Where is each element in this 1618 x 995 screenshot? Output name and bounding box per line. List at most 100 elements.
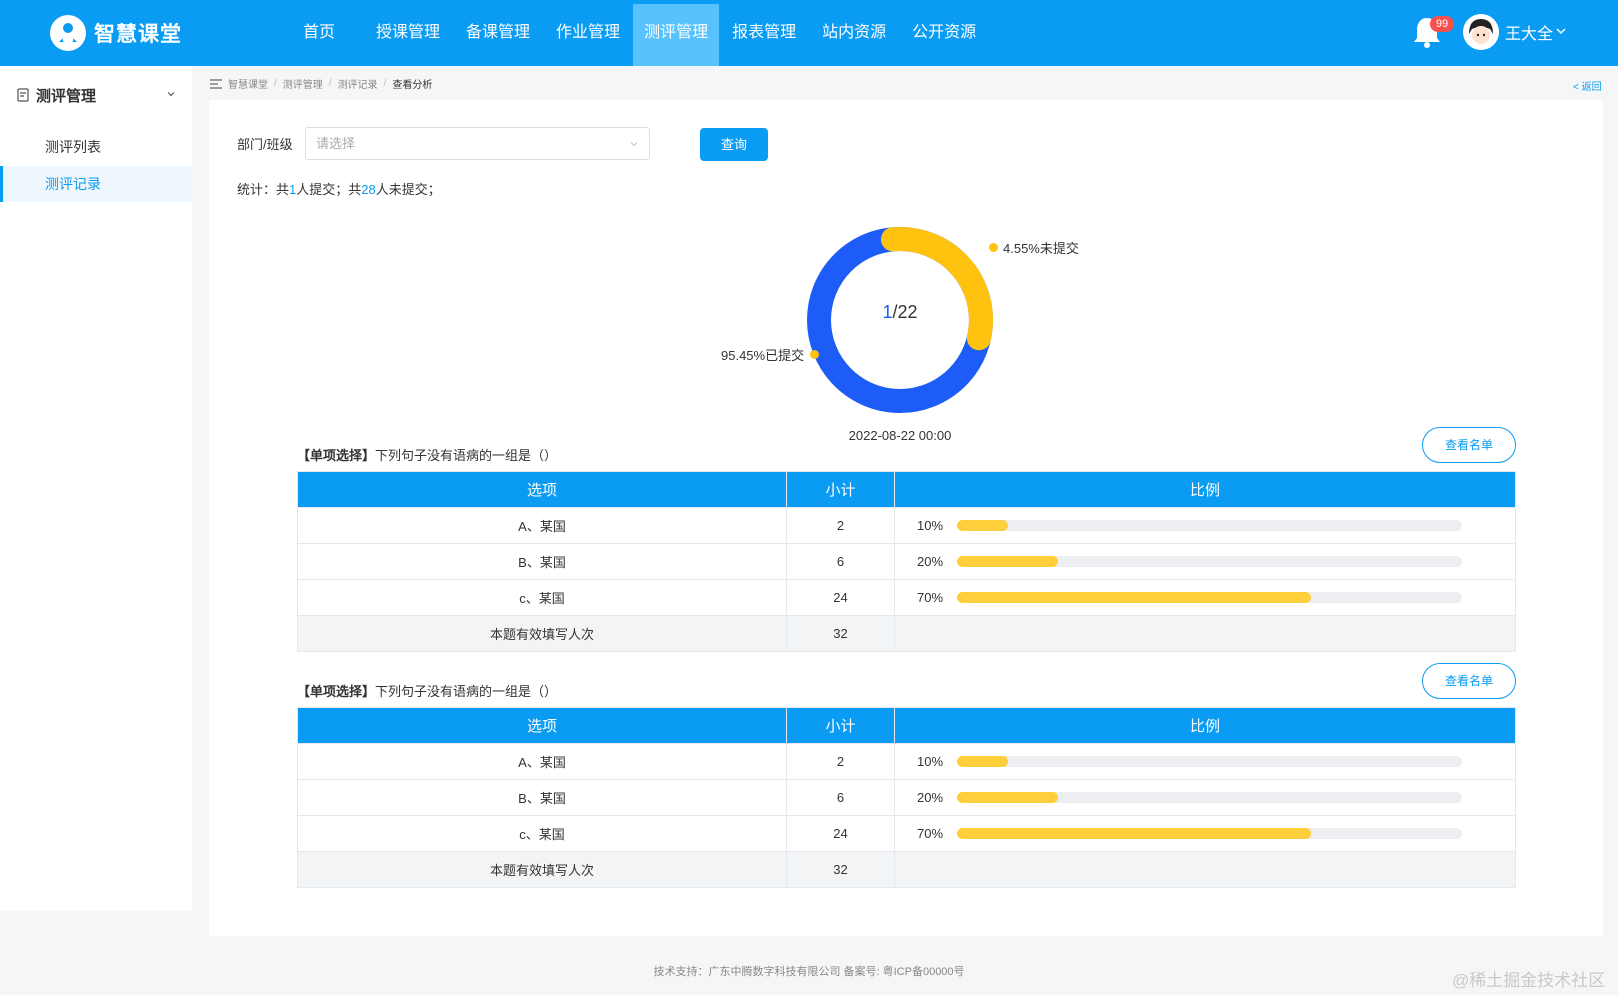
ratio-cell: 70%	[894, 815, 1516, 852]
ratio-bar	[957, 592, 1462, 603]
nav-item-teaching[interactable]: 授课管理	[363, 0, 453, 66]
breadcrumb-separator: /	[383, 78, 387, 89]
breadcrumb: 智慧课堂 / 测评管理 / 测评记录 / 查看分析	[210, 76, 432, 91]
nav-item-lesson-prep[interactable]: 备课管理	[453, 0, 543, 66]
view-list-button[interactable]: 查看名单	[1422, 663, 1516, 699]
ratio-cell: 20%	[894, 779, 1516, 816]
column-header-count: 小计	[786, 471, 895, 508]
table-total-row: 本题有效填写人次 32	[297, 615, 1516, 652]
stats-summary: 统计：共1人提交；共28人未提交；	[237, 179, 441, 198]
ratio-bar	[957, 756, 1462, 767]
total-count: 32	[786, 615, 895, 652]
question-tag: 【单项选择】	[297, 684, 376, 699]
main-panel: 部门/班级 请选择 查询 统计：共1人提交；共28人未提交； 1/22 4.55…	[209, 100, 1603, 936]
nav-item-public-resources[interactable]: 公开资源	[899, 0, 989, 66]
total-label: 本题有效填写人次	[297, 615, 787, 652]
user-name[interactable]: 王大全	[1505, 20, 1553, 44]
ratio-bar-fill	[957, 756, 1008, 767]
sidebar-item-assessment-records[interactable]: 测评记录	[0, 166, 192, 202]
ratio-bar	[957, 520, 1462, 531]
donut-unsubmitted-segment	[880, 227, 993, 351]
legend-submitted: 95.45%已提交	[721, 345, 820, 364]
table-row: A、某国 2 10%	[297, 743, 1516, 780]
ratio-bar-fill	[957, 792, 1058, 803]
breadcrumb-item-records[interactable]: 测评记录	[338, 76, 378, 91]
back-link[interactable]: < 返回	[1573, 78, 1602, 93]
query-button[interactable]: 查询	[700, 128, 768, 161]
option-cell: B、某国	[297, 543, 787, 580]
sidebar-group-label: 测评管理	[36, 87, 97, 105]
option-cell: B、某国	[297, 779, 787, 816]
donut-center-rest: /22	[892, 302, 918, 322]
select-placeholder: 请选择	[316, 136, 356, 151]
count-cell: 24	[786, 579, 895, 616]
chevron-down-icon[interactable]	[1556, 26, 1566, 36]
ratio-bar-fill	[957, 592, 1311, 603]
nav-item-assessment[interactable]: 测评管理	[633, 4, 720, 66]
nav-item-homework[interactable]: 作业管理	[543, 0, 633, 66]
chevron-down-icon[interactable]	[166, 89, 176, 99]
legend-submitted-label: 95.45%已提交	[721, 348, 805, 363]
stats-unsubmitted-count: 28	[361, 182, 376, 197]
nav-item-home[interactable]: 首页	[285, 0, 363, 66]
breadcrumb-item-home[interactable]: 智慧课堂	[228, 76, 268, 91]
ratio-bar	[957, 556, 1462, 567]
breadcrumb-separator: /	[328, 78, 332, 89]
donut-date: 2022-08-22 00:00	[848, 428, 952, 443]
logo-icon	[50, 15, 86, 51]
app-logo[interactable]: 智慧课堂	[50, 14, 182, 52]
nav-item-internal-resources[interactable]: 站内资源	[809, 0, 899, 66]
ratio-text: 20%	[917, 554, 944, 569]
option-cell: c、某国	[297, 579, 787, 616]
ratio-text: 10%	[917, 518, 944, 533]
avatar[interactable]	[1463, 14, 1499, 50]
view-list-button[interactable]: 查看名单	[1422, 427, 1516, 463]
ratio-cell: 10%	[894, 507, 1516, 544]
table-row: A、某国 2 10%	[297, 507, 1516, 544]
ratio-text: 10%	[917, 754, 944, 769]
stats-mid: 人提交；共	[296, 182, 362, 197]
total-count: 32	[786, 851, 895, 888]
question-title: 【单项选择】下列句子没有语病的一组是（）	[297, 445, 557, 464]
nav-item-reports[interactable]: 报表管理	[719, 0, 809, 66]
sidebar-group-assessment[interactable]: 测评管理	[16, 80, 176, 110]
stats-prefix: 统计：共	[237, 182, 290, 197]
ratio-cell: 20%	[894, 543, 1516, 580]
column-header-option: 选项	[297, 707, 787, 744]
ratio-cell: 10%	[894, 743, 1516, 780]
count-cell: 6	[786, 543, 895, 580]
option-cell: A、某国	[297, 743, 787, 780]
ratio-text: 70%	[917, 590, 944, 605]
question-text: 下列句子没有语病的一组是（）	[375, 684, 558, 699]
main-nav: 首页 授课管理 备课管理 作业管理 测评管理 报表管理 站内资源 公开资源	[285, 0, 989, 66]
ratio-bar-fill	[957, 828, 1311, 839]
table-row: c、某国 24 70%	[297, 815, 1516, 852]
legend-unsubmitted: 4.55%未提交	[989, 238, 1079, 257]
watermark: @稀土掘金技术社区	[1452, 971, 1606, 990]
ratio-bar	[957, 828, 1462, 839]
legend-unsubmitted-label: 4.55%未提交	[1003, 241, 1079, 256]
ratio-bar	[957, 792, 1462, 803]
chevron-down-icon	[630, 142, 638, 147]
ratio-cell: 70%	[894, 579, 1516, 616]
count-cell: 24	[786, 815, 895, 852]
count-cell: 2	[786, 507, 895, 544]
sidebar-item-assessment-list[interactable]: 测评列表	[0, 129, 192, 165]
question-text: 下列句子没有语病的一组是（）	[375, 448, 558, 463]
footer-text: 技术支持：广东中腾数字科技有限公司 备案号: 粤ICP备00000号	[653, 966, 965, 978]
department-class-select[interactable]: 请选择	[305, 127, 650, 160]
breadcrumb-separator: /	[274, 78, 277, 89]
breadcrumb-item-current: 查看分析	[392, 80, 433, 91]
menu-icon[interactable]	[210, 78, 222, 89]
notification-badge: 99	[1430, 16, 1454, 32]
legend-dot	[989, 243, 998, 252]
app-name: 智慧课堂	[94, 23, 182, 46]
option-cell: A、某国	[297, 507, 787, 544]
breadcrumb-item-assessment[interactable]: 测评管理	[283, 76, 323, 91]
total-empty	[894, 615, 1516, 652]
ratio-text: 20%	[917, 790, 944, 805]
column-header-ratio: 比例	[894, 707, 1516, 744]
question-table: 选项 小计 比例 A、某国 2 10% B、某国 6 20% c、某国 24 7…	[297, 471, 1516, 652]
total-empty	[894, 851, 1516, 888]
column-header-option: 选项	[297, 471, 787, 508]
